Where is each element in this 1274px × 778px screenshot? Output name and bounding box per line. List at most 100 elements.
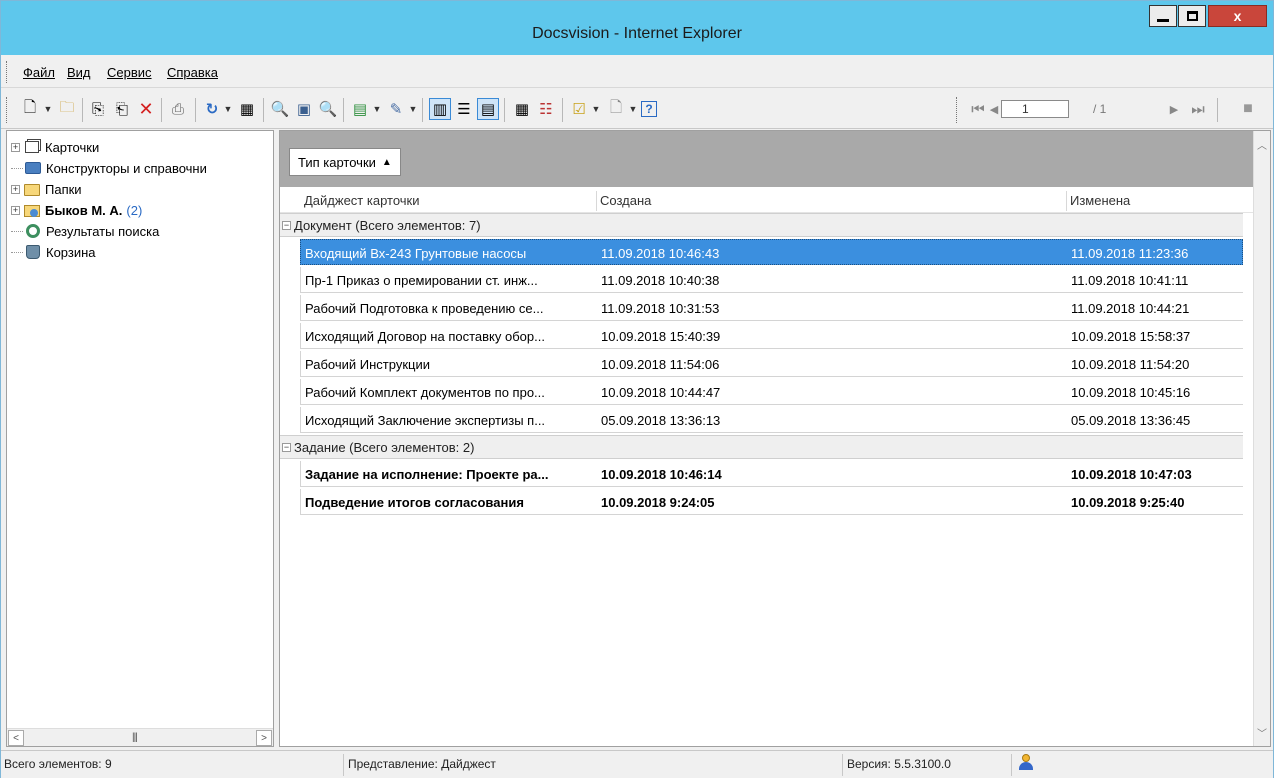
refresh-dropdown[interactable]: ▼ xyxy=(223,98,233,120)
book-icon xyxy=(25,162,41,174)
page-number-input[interactable]: 1 xyxy=(1001,100,1069,118)
tree-item-search-results[interactable]: Результаты поиска xyxy=(11,221,159,241)
table-row[interactable]: Подведение итогов согласования 10.09.2018… xyxy=(300,489,1243,515)
tree-connector xyxy=(11,167,23,169)
close-button[interactable]: x xyxy=(1208,5,1267,27)
tree-item-user-folder[interactable]: + Быков М. А. (2) xyxy=(11,200,142,220)
menu-grip[interactable] xyxy=(6,61,9,83)
new-card-dropdown[interactable]: ▼ xyxy=(43,98,53,120)
cell-digest: Рабочий Комплект документов по про... xyxy=(305,385,545,400)
user-icon[interactable] xyxy=(1019,754,1033,772)
group-header[interactable]: − Документ (Всего элементов: 7) xyxy=(280,213,1243,237)
view-mode-digest-icon[interactable]: ▥ xyxy=(429,98,451,120)
document-icon[interactable]: 🗋 xyxy=(605,98,627,120)
table-row[interactable]: Пр-1 Приказ о премировании ст. инж... 11.… xyxy=(300,267,1243,293)
column-header-modified[interactable]: Изменена xyxy=(1070,193,1130,208)
table-row[interactable]: Задание на исполнение: Проекте ра... 10.0… xyxy=(300,461,1243,487)
properties-icon[interactable]: ▦ xyxy=(236,98,258,120)
cell-modified: 10.09.2018 9:25:40 xyxy=(1071,495,1185,510)
help-icon[interactable]: ? xyxy=(641,101,657,117)
tree-item-cards[interactable]: + Карточки xyxy=(11,137,99,157)
approve-dropdown[interactable]: ▼ xyxy=(591,98,601,120)
table-row[interactable]: Входящий Вх-243 Грунтовые насосы 11.09.20… xyxy=(300,239,1243,265)
group-by-area: Тип карточки ▲ xyxy=(280,131,1254,187)
folder-tree: + Карточки Конструкторы и справочни + Па… xyxy=(6,130,274,747)
menu-view[interactable]: Вид xyxy=(67,65,91,80)
table-row[interactable]: Рабочий Комплект документов по про... 10.… xyxy=(300,379,1243,405)
group-header[interactable]: − Задание (Всего элементов: 2) xyxy=(280,435,1243,459)
new-folder-icon[interactable]: 🗀 xyxy=(56,98,78,120)
cell-created: 10.09.2018 10:44:47 xyxy=(601,385,721,400)
list-vertical-scrollbar[interactable]: ︿ ﹀ xyxy=(1253,131,1270,746)
details-icon[interactable]: ▦ xyxy=(511,98,533,120)
tree-connector xyxy=(11,230,23,232)
expand-icon[interactable]: + xyxy=(11,205,20,215)
scroll-thumb-grip-icon[interactable]: ||| xyxy=(132,732,138,743)
report-icon[interactable]: ☷ xyxy=(535,98,557,120)
next-page-icon[interactable]: ▶ xyxy=(1163,98,1185,120)
tools-dropdown[interactable]: ▼ xyxy=(408,98,418,120)
new-card-icon[interactable]: 🗋 xyxy=(19,98,41,120)
search-results-icon xyxy=(26,224,40,238)
toolbar-separator xyxy=(422,98,423,122)
cell-digest: Исходящий Заключение экспертизы п... xyxy=(305,413,546,428)
search-icon[interactable]: 🔍 xyxy=(269,98,291,120)
menu-file[interactable]: Файл xyxy=(23,65,55,80)
export-icon[interactable]: ▤ xyxy=(349,98,371,120)
cell-created: 05.09.2018 13:36:13 xyxy=(601,413,721,428)
view-mode-list-icon[interactable]: ☰ xyxy=(453,98,475,120)
export-dropdown[interactable]: ▼ xyxy=(372,98,382,120)
collapse-icon[interactable]: − xyxy=(282,442,291,452)
toolbar-grip[interactable] xyxy=(6,97,9,123)
print-icon[interactable]: ⎙ xyxy=(167,98,189,120)
collapse-icon[interactable]: − xyxy=(282,220,291,230)
maximize-button[interactable] xyxy=(1178,5,1206,27)
close-icon: x xyxy=(1233,8,1242,24)
tree-item-recycle-bin[interactable]: Корзина xyxy=(11,242,96,262)
table-row[interactable]: Рабочий Подготовка к проведению се... 11.… xyxy=(300,295,1243,321)
delete-icon[interactable]: ✕ xyxy=(135,98,157,120)
cell-modified: 11.09.2018 10:44:21 xyxy=(1071,301,1190,316)
cell-modified: 05.09.2018 13:36:45 xyxy=(1071,413,1191,428)
refresh-icon[interactable]: ↻ xyxy=(201,98,223,120)
column-divider[interactable] xyxy=(596,191,597,211)
paste-icon[interactable]: ⎗ xyxy=(111,98,133,120)
view-icon[interactable]: ▣ xyxy=(293,98,315,120)
column-header-created[interactable]: Создана xyxy=(600,193,651,208)
table-row[interactable]: Рабочий Инструкции 10.09.2018 11:54:06 10.… xyxy=(300,351,1243,377)
last-page-icon[interactable]: ⏭ xyxy=(1187,98,1209,120)
copy-icon[interactable]: ⎘ xyxy=(87,98,109,120)
pager-grip[interactable] xyxy=(956,97,959,123)
cell-modified: 10.09.2018 11:54:20 xyxy=(1071,357,1190,372)
tree-item-constructors[interactable]: Конструкторы и справочни xyxy=(11,158,207,178)
search-folder-icon[interactable]: 🔍 xyxy=(317,98,339,120)
table-row[interactable]: Исходящий Заключение экспертизы п... 05.0… xyxy=(300,407,1243,433)
title-bar[interactable]: Docsvision - Internet Explorer x xyxy=(1,1,1273,55)
window-title: Docsvision - Internet Explorer xyxy=(532,25,742,42)
expand-icon[interactable]: + xyxy=(11,142,20,152)
approve-icon[interactable]: ☑ xyxy=(568,98,590,120)
view-mode-table-icon[interactable]: ▤ xyxy=(477,98,499,120)
menu-service[interactable]: Сервис xyxy=(107,65,152,80)
toolbar-separator xyxy=(562,98,563,122)
page-total: / 1 xyxy=(1093,102,1107,116)
stop-icon[interactable]: ■ xyxy=(1237,98,1259,120)
tree-item-folders[interactable]: + Папки xyxy=(11,179,82,199)
group-by-card-type-button[interactable]: Тип карточки ▲ xyxy=(289,148,401,176)
minimize-button[interactable] xyxy=(1149,5,1177,27)
document-dropdown[interactable]: ▼ xyxy=(628,98,638,120)
scroll-down-icon[interactable]: ﹀ xyxy=(1257,725,1267,740)
toolbar-separator xyxy=(263,98,264,122)
table-row[interactable]: Исходящий Договор на поставку обор... 10.… xyxy=(300,323,1243,349)
column-divider[interactable] xyxy=(1066,191,1067,211)
scroll-left-icon[interactable]: < xyxy=(8,730,24,746)
tree-horizontal-scrollbar[interactable]: < ||| > xyxy=(7,728,273,746)
tools-icon[interactable]: ✎ xyxy=(385,98,407,120)
status-view: Представление: Дайджест xyxy=(348,757,496,771)
menu-help[interactable]: Справка xyxy=(167,65,218,80)
folder-icon xyxy=(24,184,40,196)
scroll-up-icon[interactable]: ︿ xyxy=(1257,137,1267,152)
column-header-digest[interactable]: Дайджест карточки xyxy=(304,193,420,208)
expand-icon[interactable]: + xyxy=(11,184,20,194)
scroll-right-icon[interactable]: > xyxy=(256,730,272,746)
